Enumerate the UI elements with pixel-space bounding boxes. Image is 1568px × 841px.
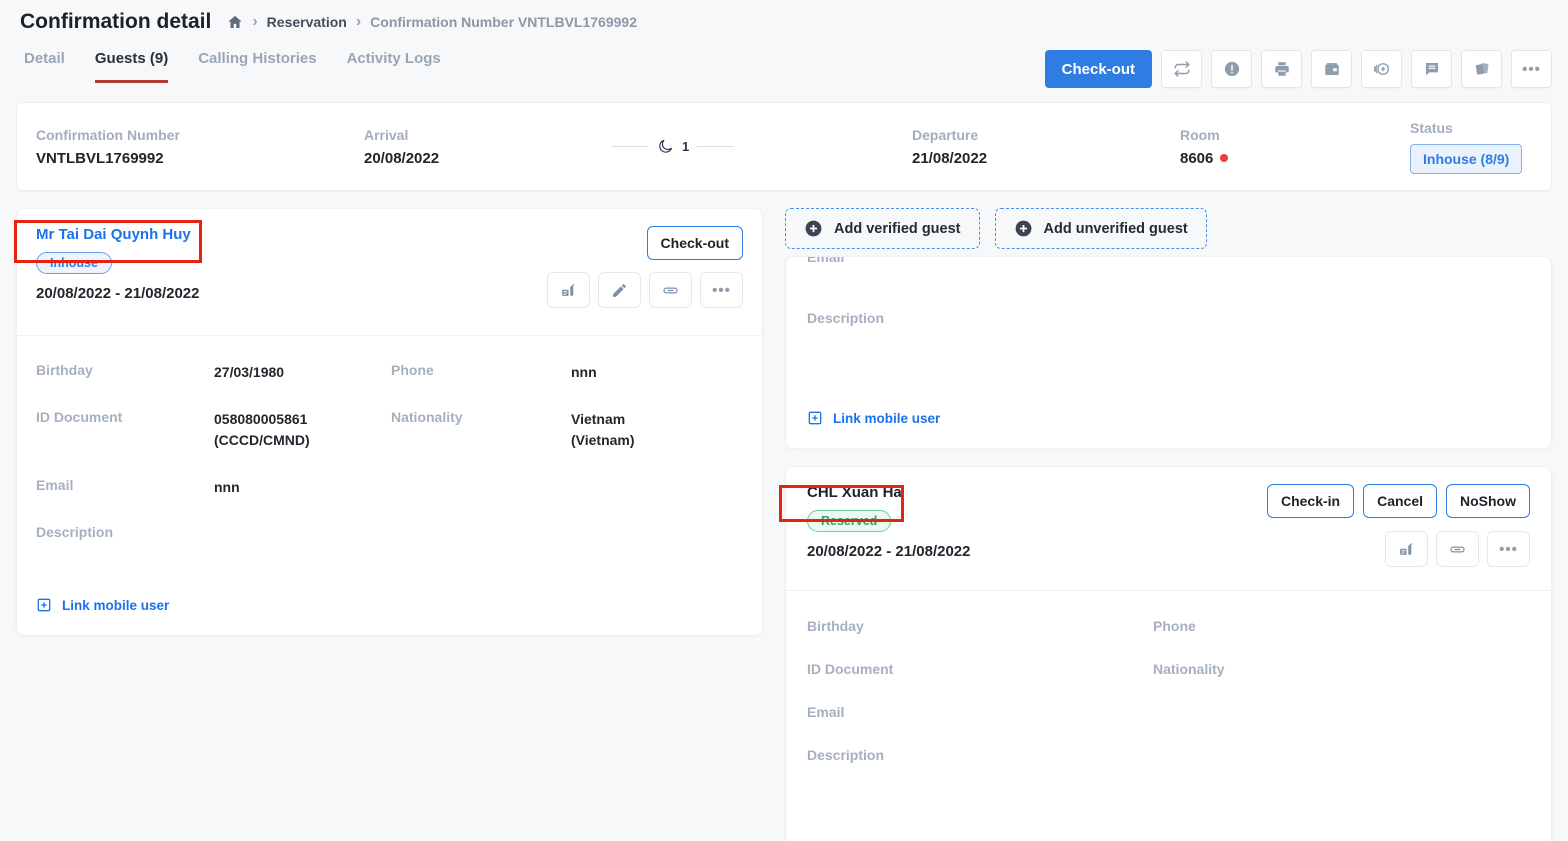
moon-icon — [657, 138, 674, 155]
right-column: Add verified guest Add unverified guest … — [785, 208, 1552, 841]
description-label: Description — [807, 310, 884, 326]
plus-square-icon — [36, 597, 52, 613]
toolbar: Check-out ••• — [1045, 50, 1552, 88]
housekeeping-icon[interactable] — [547, 272, 590, 308]
summary-room: Room 8606 — [1180, 127, 1410, 167]
confirmation-detail-page: Confirmation detail › Reservation › Conf… — [0, 0, 1568, 841]
checkin-button[interactable]: Check-in — [1267, 484, 1354, 518]
summary-nights: 1 — [612, 138, 912, 155]
room-status-dot — [1220, 154, 1228, 162]
wallet-icon[interactable] — [1311, 50, 1352, 88]
email-label: Email — [807, 704, 1153, 720]
repeat-icon[interactable] — [1161, 50, 1202, 88]
id-document-label: ID Document — [36, 409, 214, 425]
divider-line — [697, 146, 734, 147]
noshow-button[interactable]: NoShow — [1446, 484, 1530, 518]
alert-icon[interactable] — [1211, 50, 1252, 88]
add-verified-guest-button[interactable]: Add verified guest — [785, 208, 980, 249]
breadcrumb: › Reservation › Confirmation Number VNTL… — [227, 14, 637, 30]
email-label: Email — [36, 477, 214, 493]
chevron-right-icon: › — [252, 14, 257, 30]
nationality-value: Vietnam (Vietnam) — [571, 409, 743, 451]
housekeeping-icon[interactable] — [1385, 531, 1428, 567]
summary-status: Status Inhouse (8/9) — [1410, 120, 1532, 174]
plus-circle-icon — [1014, 219, 1033, 238]
summary-confirmation-number: Confirmation Number VNTLBVL1769992 — [36, 127, 364, 167]
guest-checkout-button[interactable]: Check-out — [647, 226, 743, 260]
link-icon[interactable] — [1436, 531, 1479, 567]
nationality-label: Nationality — [391, 409, 571, 425]
description-label: Description — [807, 747, 1153, 763]
breadcrumb-confirmation-number: Confirmation Number VNTLBVL1769992 — [370, 14, 637, 30]
tab-calling-histories[interactable]: Calling Histories — [198, 50, 316, 83]
guest-card-partial: Email Description Link mobile user — [785, 256, 1552, 449]
nights-count: 1 — [682, 139, 689, 154]
guest-status-pill: Reserved — [807, 510, 891, 532]
tab-bar: Detail Guests (9) Calling Histories Acti… — [24, 50, 441, 83]
reservation-summary-card: Confirmation Number VNTLBVL1769992 Arriv… — [16, 102, 1552, 191]
add-unverified-guest-button[interactable]: Add unverified guest — [995, 208, 1207, 249]
home-icon[interactable] — [227, 14, 243, 30]
tabs-toolbar-row: Detail Guests (9) Calling Histories Acti… — [0, 34, 1568, 88]
birthday-label: Birthday — [36, 362, 214, 378]
tab-guests[interactable]: Guests (9) — [95, 50, 168, 83]
phone-label: Phone — [1153, 618, 1530, 634]
birthday-label: Birthday — [807, 618, 1153, 634]
id-document-value: 058080005861 (CCCD/CMND) — [214, 409, 391, 451]
more-icon[interactable]: ••• — [1511, 50, 1552, 88]
tab-detail[interactable]: Detail — [24, 50, 65, 83]
coins-icon[interactable] — [1361, 50, 1402, 88]
summary-departure: Departure 21/08/2022 — [912, 127, 1180, 167]
comment-icon[interactable] — [1411, 50, 1452, 88]
id-document-label: ID Document — [807, 661, 1153, 677]
nationality-label: Nationality — [1153, 661, 1530, 677]
guests-content: Mr Tai Dai Quynh Huy Inhouse 20/08/2022 … — [16, 208, 1552, 841]
guest-name[interactable]: CHL Xuan Ha — [807, 484, 902, 501]
phone-label: Phone — [391, 362, 571, 378]
link-mobile-user[interactable]: Link mobile user — [807, 410, 940, 426]
link-mobile-user[interactable]: Link mobile user — [17, 597, 762, 613]
add-guest-row: Add verified guest Add unverified guest — [785, 208, 1552, 249]
description-label: Description — [36, 524, 214, 540]
plus-circle-icon — [804, 219, 823, 238]
status-badge[interactable]: Inhouse (8/9) — [1410, 144, 1522, 174]
room-number: 8606 — [1180, 150, 1213, 167]
link-icon[interactable] — [649, 272, 692, 308]
guest-card-reserved: CHL Xuan Ha Reserved 20/08/2022 - 21/08/… — [785, 466, 1552, 841]
guest-name-link[interactable]: Mr Tai Dai Quynh Huy — [36, 226, 191, 243]
more-icon[interactable]: ••• — [700, 272, 743, 308]
phone-value: nnn — [571, 362, 743, 383]
summary-arrival: Arrival 20/08/2022 — [364, 127, 612, 167]
guest-status-pill: Inhouse — [36, 252, 112, 274]
checkout-button[interactable]: Check-out — [1045, 50, 1152, 88]
breadcrumb-reservation[interactable]: Reservation — [267, 14, 347, 30]
chevron-right-icon: › — [356, 14, 361, 30]
tab-activity-logs[interactable]: Activity Logs — [347, 50, 441, 83]
page-title: Confirmation detail — [20, 10, 211, 34]
guest-date-range: 20/08/2022 - 21/08/2022 — [36, 285, 199, 302]
more-icon[interactable]: ••• — [1487, 531, 1530, 567]
cards-icon[interactable] — [1461, 50, 1502, 88]
plus-square-icon — [807, 410, 823, 426]
edit-icon[interactable] — [598, 272, 641, 308]
email-label: Email — [807, 256, 844, 265]
email-value: nnn — [214, 477, 391, 498]
guest-date-range: 20/08/2022 - 21/08/2022 — [807, 543, 970, 560]
guest-card-primary: Mr Tai Dai Quynh Huy Inhouse 20/08/2022 … — [16, 208, 763, 636]
print-icon[interactable] — [1261, 50, 1302, 88]
divider-line — [612, 146, 649, 147]
cancel-button[interactable]: Cancel — [1363, 484, 1437, 518]
birthday-value: 27/03/1980 — [214, 362, 391, 383]
page-header: Confirmation detail › Reservation › Conf… — [0, 0, 1568, 34]
